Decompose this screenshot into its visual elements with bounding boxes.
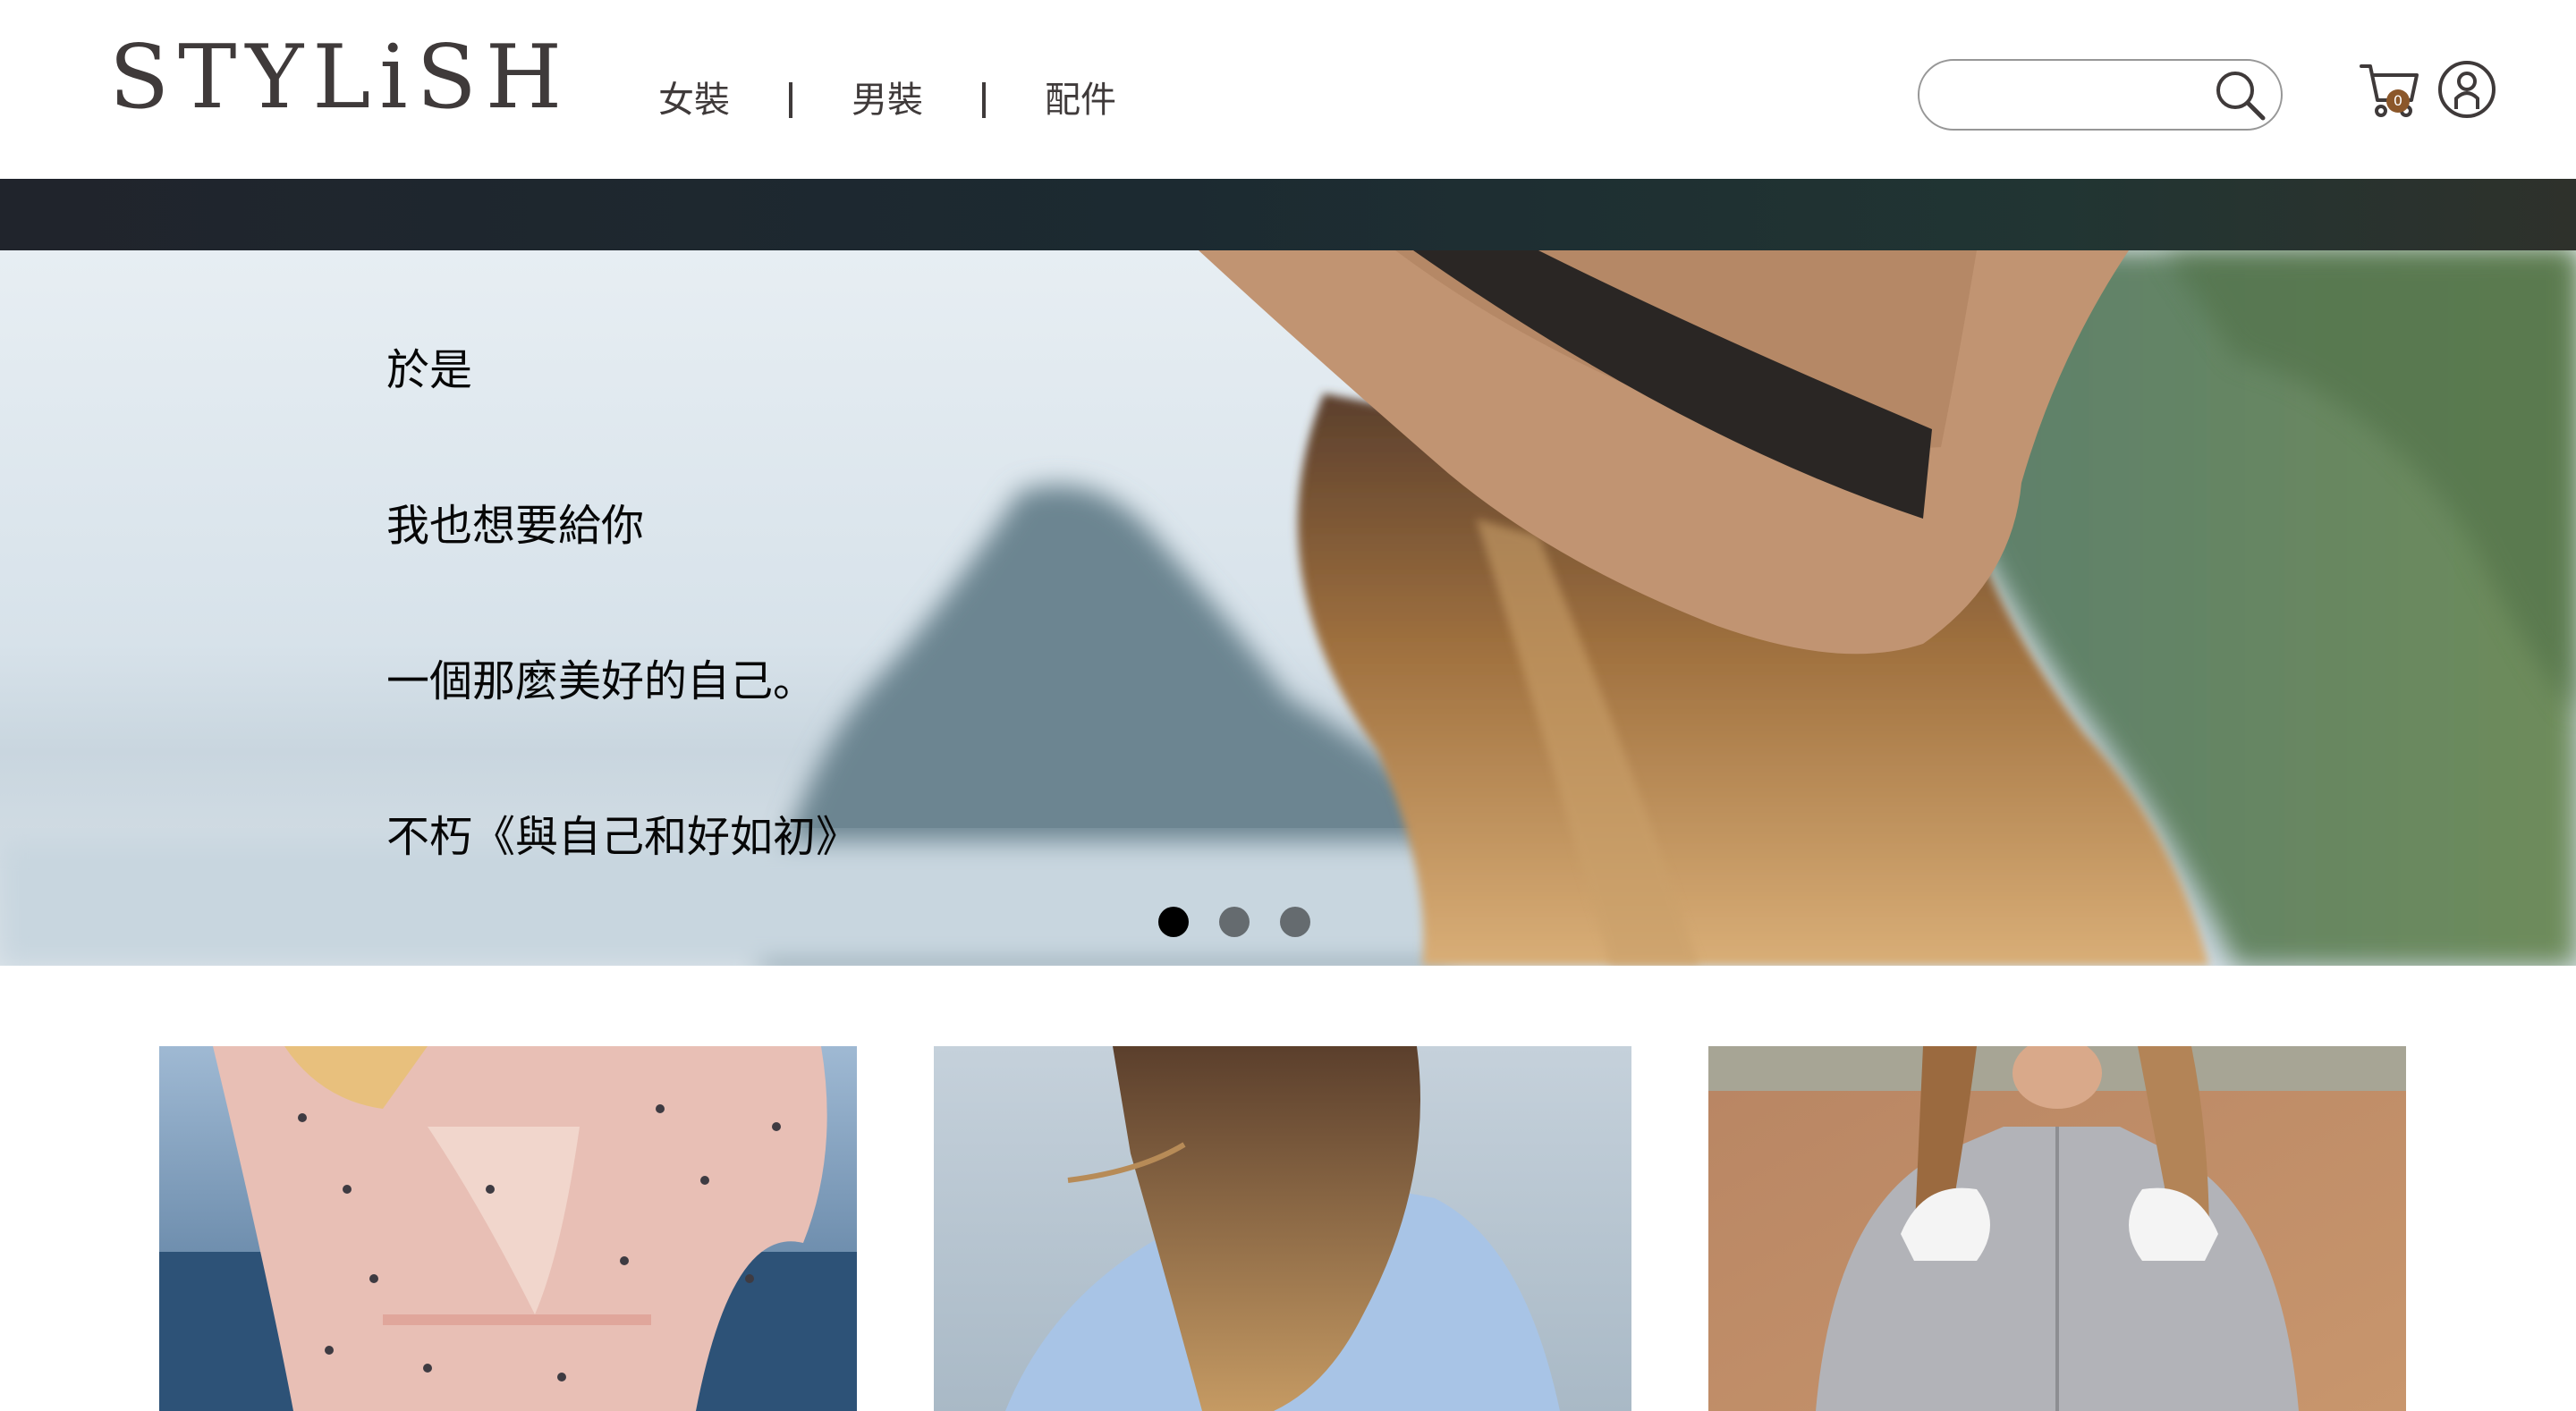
product-card[interactable] xyxy=(934,1046,1631,1411)
hero-banner[interactable]: 於是 我也想要給你 一個那麼美好的自己。 不朽《與自己和好如初》 xyxy=(0,250,2576,966)
product-image xyxy=(1708,1046,2406,1411)
search-box xyxy=(1918,59,2283,131)
product-card[interactable] xyxy=(159,1046,857,1411)
cart-count-badge: 0 xyxy=(2386,89,2410,113)
product-image xyxy=(934,1046,1631,1411)
hero-text-line: 我也想要給你 xyxy=(386,501,645,551)
product-image xyxy=(159,1046,857,1411)
hero-text-line: 於是 xyxy=(386,345,473,395)
hero-text: 於是 我也想要給你 一個那麼美好的自己。 不朽《與自己和好如初》 xyxy=(386,343,859,864)
member-icon[interactable] xyxy=(2436,59,2497,120)
nav-divider xyxy=(982,82,986,118)
product-card[interactable] xyxy=(1708,1046,2406,1411)
header-band xyxy=(0,179,2576,250)
carousel-dot-2[interactable] xyxy=(1219,907,1250,937)
main-nav: 女裝 男裝 配件 xyxy=(658,82,1116,118)
carousel-dot-3[interactable] xyxy=(1280,907,1310,937)
search-icon[interactable] xyxy=(2211,66,2270,125)
stylish-logo[interactable]: STYLiSH xyxy=(109,34,571,122)
search-input[interactable] xyxy=(1943,72,2215,120)
carousel-dot-1[interactable] xyxy=(1158,907,1189,937)
nav-divider xyxy=(789,82,792,118)
site-header: STYLiSH 女裝 男裝 配件 0 xyxy=(0,0,2576,179)
hero-text-line: 一個那麼美好的自己。 xyxy=(386,656,817,706)
nav-item-accessories[interactable]: 配件 xyxy=(1045,82,1116,118)
nav-item-men[interactable]: 男裝 xyxy=(852,82,923,118)
nav-item-women[interactable]: 女裝 xyxy=(658,82,730,118)
hero-text-line: 不朽《與自己和好如初》 xyxy=(386,812,860,862)
cart-icon[interactable] xyxy=(2358,59,2420,122)
carousel-dots xyxy=(1158,907,1341,937)
